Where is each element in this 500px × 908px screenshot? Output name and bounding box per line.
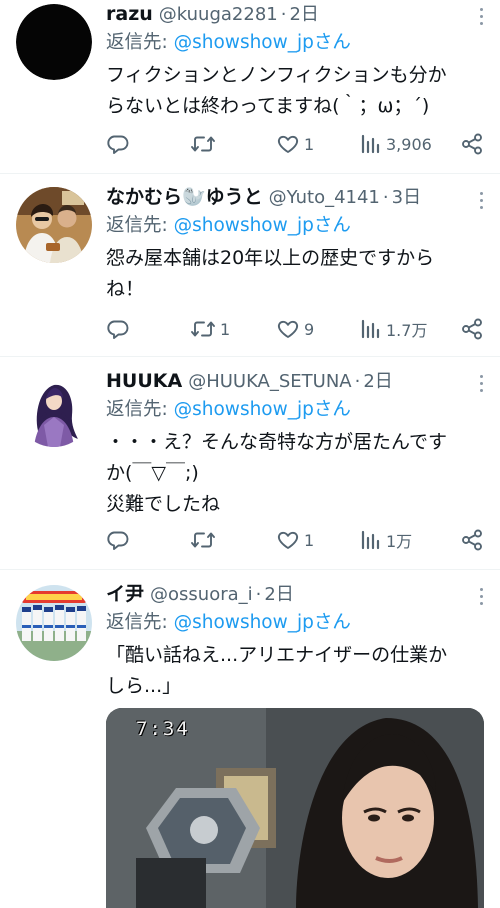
display-name[interactable]: razu bbox=[106, 0, 153, 28]
reply-prefix: 返信先: bbox=[106, 32, 174, 53]
share-button[interactable] bbox=[460, 314, 484, 344]
video-timestamp: 7:34 bbox=[136, 718, 190, 740]
tweet-header: イ尹 @ossuora_i · 2日 bbox=[106, 580, 484, 608]
tweet-text: フィクションとノンフィクションも分か らないとは終わってますね(｀；ω；´) bbox=[106, 64, 447, 117]
more-vertical-icon[interactable] bbox=[478, 192, 484, 212]
display-name[interactable]: HUUKA bbox=[106, 367, 182, 395]
retweet-count: 1 bbox=[220, 319, 231, 339]
share-icon bbox=[462, 318, 482, 340]
separator-dot: · bbox=[255, 584, 262, 605]
share-button[interactable] bbox=[460, 129, 484, 159]
heart-icon bbox=[277, 531, 299, 549]
reply-prefix: 返信先: bbox=[106, 399, 174, 420]
reply-context: 返信先: @showshow_jpさん bbox=[106, 28, 484, 58]
reply-mention-link[interactable]: @showshow_jpさん bbox=[174, 32, 351, 53]
separator-dot: · bbox=[354, 371, 361, 392]
views-count: 3,906 bbox=[386, 134, 432, 154]
more-vertical-icon[interactable] bbox=[478, 8, 484, 28]
reply-icon bbox=[107, 320, 129, 339]
like-count: 1 bbox=[304, 530, 315, 550]
views-button[interactable]: 1万 bbox=[360, 525, 412, 555]
tweet-text: 怨み屋本舗は20年以上の歴史ですから ね！ bbox=[106, 247, 435, 300]
like-button[interactable]: 9 bbox=[276, 314, 314, 344]
share-button[interactable] bbox=[460, 525, 484, 555]
tweet-time[interactable]: 2日 bbox=[264, 581, 293, 609]
tweet-header: HUUKA @HUUKA_SETUNA · 2日 bbox=[106, 367, 484, 395]
reply-button[interactable] bbox=[106, 129, 134, 159]
heart-icon bbox=[277, 135, 299, 153]
tweet-text: 「酷い話ねえ...アリエナイザーの仕業か しら...」 bbox=[106, 644, 448, 697]
like-button[interactable]: 1 bbox=[276, 129, 314, 159]
reply-mention-link[interactable]: @showshow_jpさん bbox=[174, 612, 351, 633]
like-button[interactable]: 1 bbox=[276, 525, 314, 555]
retweet-icon bbox=[191, 532, 215, 548]
views-button[interactable]: 1.7万 bbox=[360, 314, 427, 344]
more-vertical-icon[interactable] bbox=[478, 588, 484, 608]
reply-prefix: 返信先: bbox=[106, 612, 174, 633]
share-icon bbox=[462, 133, 482, 155]
user-handle[interactable]: @Yuto_4141 bbox=[269, 184, 380, 212]
tweet-time[interactable]: 3日 bbox=[392, 184, 421, 212]
reply-mention-link[interactable]: @showshow_jpさん bbox=[174, 215, 351, 236]
avatar[interactable] bbox=[16, 585, 92, 661]
like-count: 1 bbox=[304, 134, 315, 154]
tweet-time[interactable]: 2日 bbox=[289, 1, 318, 29]
tweet-time[interactable]: 2日 bbox=[363, 368, 392, 396]
reply-context: 返信先: @showshow_jpさん bbox=[106, 211, 484, 241]
reply-feed: razu @kuuga2281 · 2日 返信先: @showshow_jpさん… bbox=[0, 0, 500, 908]
like-count: 9 bbox=[304, 319, 315, 339]
reply-context: 返信先: @showshow_jpさん bbox=[106, 395, 484, 425]
separator-dot: · bbox=[382, 187, 389, 208]
retweet-button[interactable] bbox=[190, 129, 220, 159]
tweet[interactable]: なかむら🦭ゆうと @Yuto_4141 · 3日 返信先: @showshow_… bbox=[0, 174, 500, 357]
tweet-actions: 1 9 1.7万 bbox=[106, 314, 484, 344]
views-icon bbox=[361, 134, 380, 154]
tweet[interactable]: razu @kuuga2281 · 2日 返信先: @showshow_jpさん… bbox=[0, 0, 500, 174]
avatar[interactable] bbox=[16, 187, 92, 263]
user-handle[interactable]: @kuuga2281 bbox=[159, 1, 278, 29]
reply-icon bbox=[107, 531, 129, 550]
views-count: 1万 bbox=[386, 532, 413, 551]
retweet-icon bbox=[191, 136, 215, 152]
tweet-text: ・・・え？そんな奇特な方が居たんです か(￣▽￣;) 災難でしたね bbox=[106, 431, 448, 515]
reply-button[interactable] bbox=[106, 314, 134, 344]
tweet-header: razu @kuuga2281 · 2日 bbox=[106, 0, 484, 28]
tweet[interactable]: HUUKA @HUUKA_SETUNA · 2日 返信先: @showshow_… bbox=[0, 357, 500, 570]
reply-mention-link[interactable]: @showshow_jpさん bbox=[174, 399, 351, 420]
reply-button[interactable] bbox=[106, 525, 134, 555]
user-handle[interactable]: @HUUKA_SETUNA bbox=[188, 368, 351, 396]
retweet-button[interactable] bbox=[190, 525, 220, 555]
reply-icon bbox=[107, 135, 129, 154]
retweet-button[interactable]: 1 bbox=[190, 314, 230, 344]
heart-icon bbox=[277, 320, 299, 338]
display-name[interactable]: イ尹 bbox=[106, 580, 144, 608]
retweet-icon bbox=[191, 321, 215, 337]
reply-prefix: 返信先: bbox=[106, 215, 174, 236]
more-vertical-icon[interactable] bbox=[478, 375, 484, 395]
tweet[interactable]: イ尹 @ossuora_i · 2日 返信先: @showshow_jpさん 「… bbox=[0, 570, 500, 908]
tweet-header: なかむら🦭ゆうと @Yuto_4141 · 3日 bbox=[106, 183, 484, 211]
avatar[interactable] bbox=[16, 371, 92, 447]
display-name[interactable]: なかむら🦭ゆうと bbox=[106, 183, 263, 211]
tweet-actions: 1 1万 bbox=[106, 525, 484, 555]
user-handle[interactable]: @ossuora_i bbox=[150, 581, 253, 609]
tweet-actions: 1 3,906 bbox=[106, 129, 484, 159]
views-icon bbox=[361, 530, 380, 550]
views-icon bbox=[361, 319, 380, 339]
separator-dot: · bbox=[280, 4, 287, 25]
avatar[interactable] bbox=[16, 4, 92, 80]
views-count: 1.7万 bbox=[386, 321, 428, 340]
views-button[interactable]: 3,906 bbox=[360, 129, 432, 159]
share-icon bbox=[462, 529, 482, 551]
reply-context: 返信先: @showshow_jpさん bbox=[106, 608, 484, 638]
tweet-media-video[interactable]: 7:34 bbox=[106, 708, 484, 908]
